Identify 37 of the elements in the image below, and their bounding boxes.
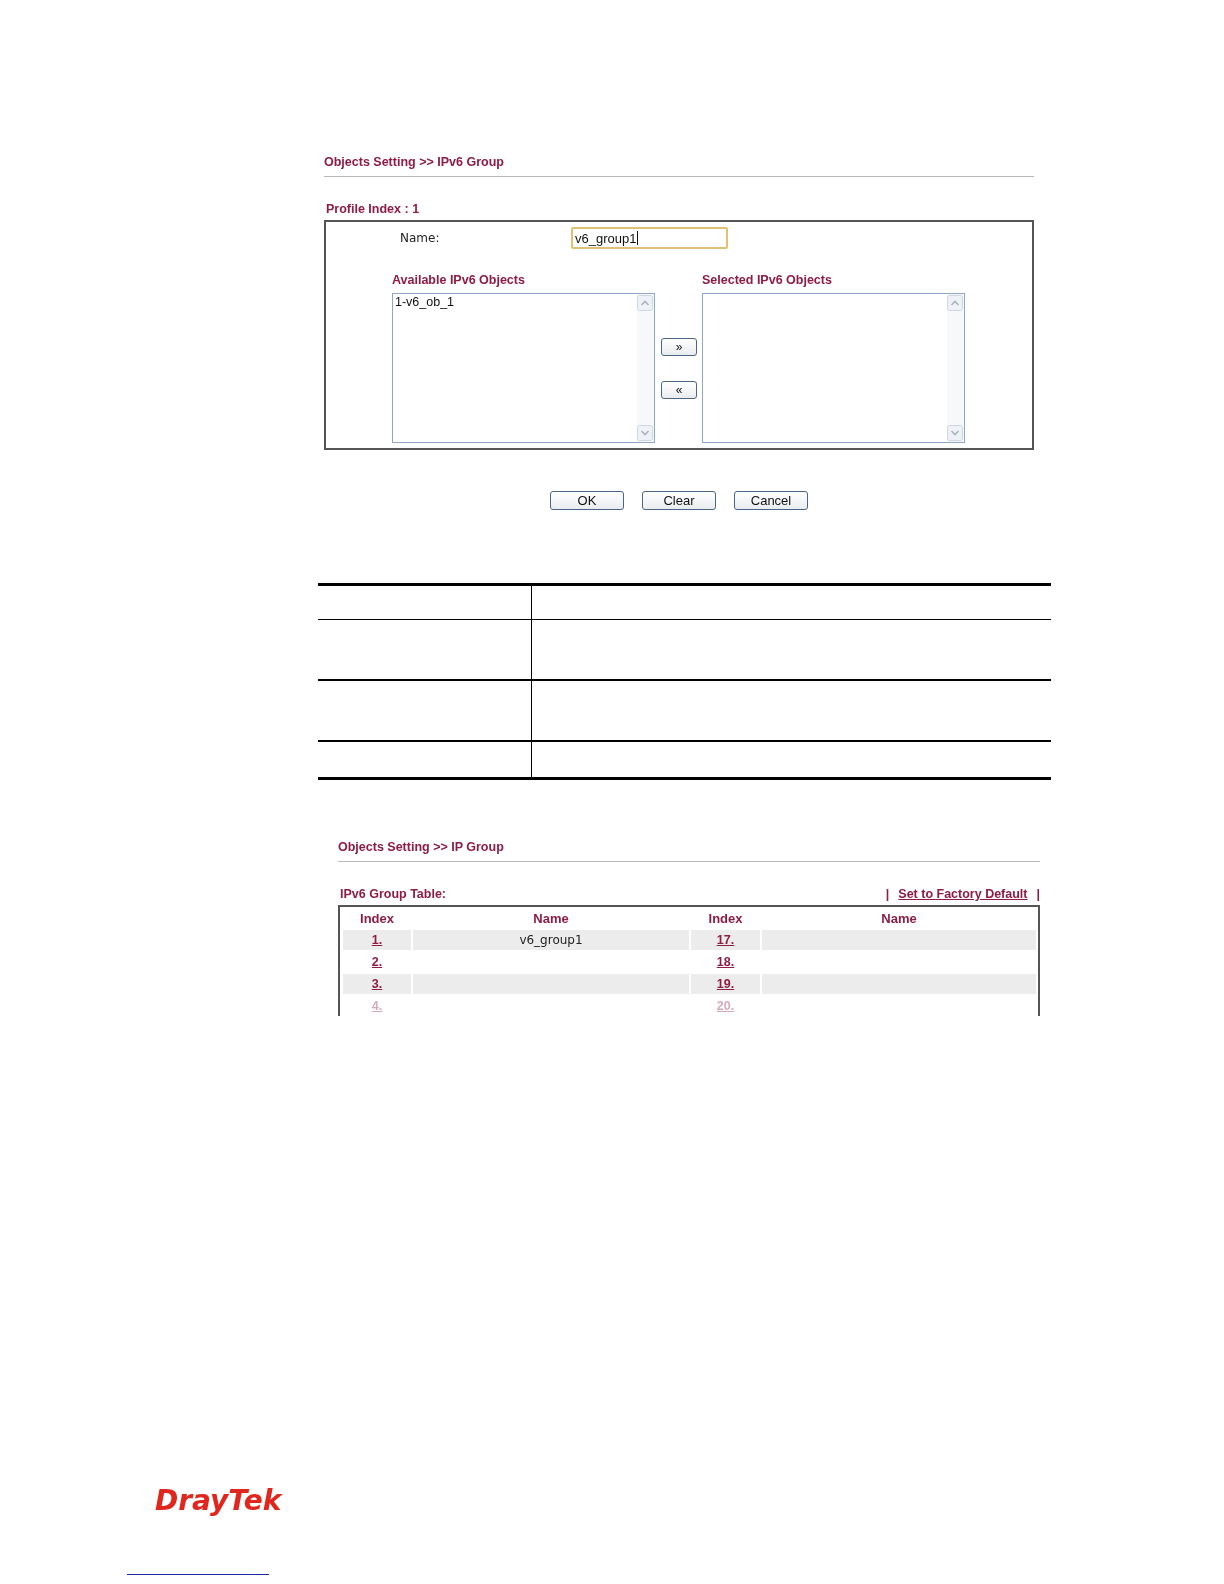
name-label: Name: [400,231,441,245]
index-link[interactable]: 3. [371,977,383,991]
list-item[interactable]: 1-v6_ob_1 [395,295,635,310]
index-link[interactable]: 18. [716,955,735,969]
chevron-up-icon[interactable] [637,295,653,311]
move-right-button[interactable]: » [661,338,697,356]
move-left-button[interactable]: « [661,381,697,399]
scrollbar[interactable] [947,294,964,442]
chevron-down-icon[interactable] [947,425,963,441]
profile-index-label: Profile Index : 1 [325,201,421,217]
breadcrumb-title: Objects Setting >> IP Group [338,839,505,856]
available-objects-label: Available IPv6 Objects [392,272,526,288]
index-link[interactable]: 2. [371,955,383,969]
chevron-up-icon[interactable] [947,295,963,311]
chevron-down-icon[interactable] [637,425,653,441]
column-header: Name [533,910,569,926]
ok-button[interactable]: OK [550,491,624,510]
table-title: IPv6 Group Table: [340,886,447,902]
cancel-button[interactable]: Cancel [734,491,808,510]
table-cell: v6_group1 [413,930,689,950]
selected-objects-list[interactable] [702,293,965,443]
brand-logo: DrayTek [155,1485,282,1517]
selected-objects-label: Selected IPv6 Objects [702,272,833,288]
column-header: Index [360,910,394,926]
index-link[interactable]: 1. [371,933,383,947]
clear-button[interactable]: Clear [642,491,716,510]
name-input[interactable]: v6_group1 [571,227,728,249]
column-header: Index [708,910,743,926]
separator-mark: | [885,886,890,902]
scrollbar[interactable] [637,294,654,442]
index-link[interactable]: 19. [716,977,735,991]
index-link[interactable]: 17. [716,933,735,947]
separator-mark: | [1036,886,1040,902]
available-objects-list[interactable]: 1-v6_ob_1 [392,293,655,443]
factory-default-link[interactable]: Set to Factory Default [898,886,1028,902]
breadcrumb-title: Objects Setting >> IPv6 Group [324,154,505,171]
column-header: Name [881,910,917,926]
